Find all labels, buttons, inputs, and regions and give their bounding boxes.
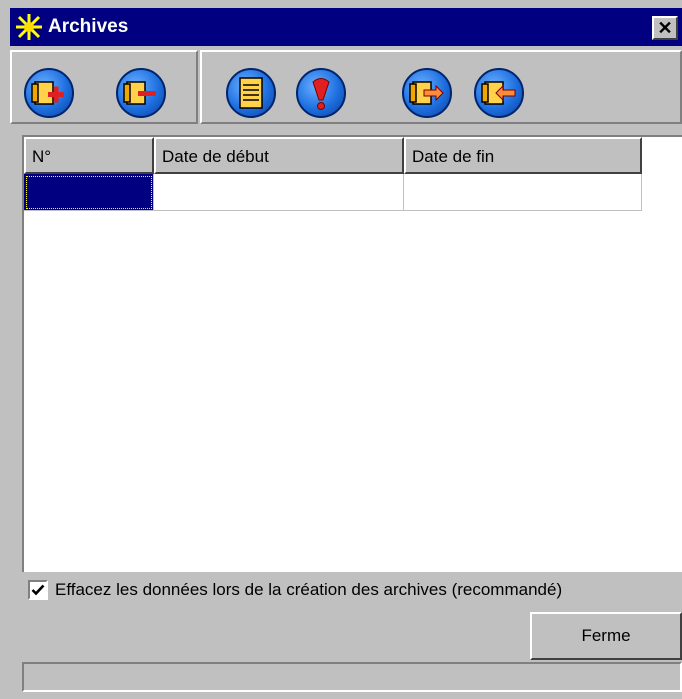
import-archive-icon	[481, 81, 516, 105]
erase-data-checkbox[interactable]	[28, 580, 48, 600]
toolbar	[10, 48, 682, 128]
export-archive-button[interactable]	[402, 68, 452, 118]
column-header-end-date[interactable]: Date de fin	[404, 137, 642, 174]
import-archive-button[interactable]	[474, 68, 524, 118]
remove-archive-icon	[123, 81, 156, 105]
window-frame	[10, 128, 22, 699]
sun-icon	[16, 14, 42, 40]
erase-data-label: Effacez les données lors de la création …	[55, 580, 563, 599]
table-cell-start-date[interactable]	[154, 174, 404, 211]
add-archive-icon	[31, 81, 64, 105]
column-header-start-date[interactable]: Date de début	[154, 137, 404, 174]
export-archive-icon	[409, 81, 444, 105]
checkmark-icon	[31, 584, 45, 596]
remove-archive-button[interactable]	[116, 68, 166, 118]
close-button[interactable]: Ferme	[530, 612, 682, 660]
window-title: Archives	[48, 16, 129, 37]
table-cell-end-date[interactable]	[404, 174, 642, 211]
document-icon	[239, 77, 263, 109]
title-bar: Archives ✕	[10, 8, 682, 46]
alert-icon	[312, 78, 330, 110]
alert-button[interactable]	[296, 68, 346, 118]
close-icon[interactable]: ✕	[652, 16, 678, 40]
archives-table[interactable]: N° Date de début Date de fin	[22, 135, 682, 572]
toolbar-group-archive	[10, 50, 198, 124]
archives-window: Archives ✕ N° Date de début Date de fin …	[0, 0, 682, 699]
table-cell-number[interactable]	[24, 174, 154, 211]
column-header-number[interactable]: N°	[24, 137, 154, 174]
add-archive-button[interactable]	[24, 68, 74, 118]
status-bar	[22, 662, 682, 692]
toolbar-group-actions	[200, 50, 682, 124]
document-button[interactable]	[226, 68, 276, 118]
